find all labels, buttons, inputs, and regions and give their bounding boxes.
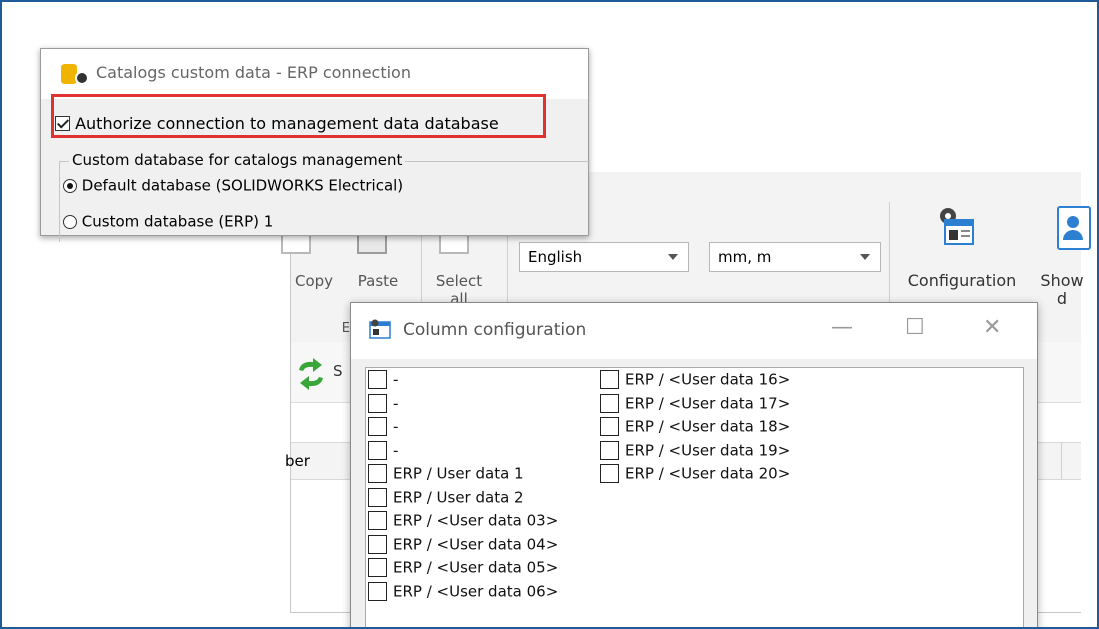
default-database-option[interactable]: Default database (SOLIDWORKS Electrical) xyxy=(63,176,403,195)
column-option[interactable]: ERP / <User data 18> xyxy=(600,417,790,436)
checkbox-icon[interactable] xyxy=(600,370,619,389)
maximize-button[interactable]: ☐ xyxy=(905,315,925,340)
column-config-icon xyxy=(369,319,391,339)
column-option-label: ERP / <User data 19> xyxy=(625,441,791,459)
column-header[interactable]: ber xyxy=(285,443,310,479)
show-button[interactable]: Show d xyxy=(1035,272,1089,308)
column-option-label: - xyxy=(393,417,399,436)
column-option-label: ERP / <User data 18> xyxy=(625,417,791,436)
checkbox-icon[interactable] xyxy=(368,581,387,601)
column-divider xyxy=(1061,443,1062,479)
checkbox-icon[interactable] xyxy=(368,464,387,483)
column-option[interactable]: ERP / <User data 06> xyxy=(368,581,559,601)
configuration-icon xyxy=(937,206,975,246)
column-option[interactable]: - xyxy=(368,417,398,436)
dialog-title-bar: Catalogs custom data - ERP connection xyxy=(41,49,588,99)
column-option-label: ERP / User data 1 xyxy=(393,464,524,483)
column-option[interactable]: ERP / User data 1 xyxy=(368,464,524,483)
column-option[interactable]: - xyxy=(368,440,399,460)
checkbox-icon[interactable] xyxy=(368,511,387,530)
column-checklist[interactable]: - - - - ERP / User data 1 ERP / User data 2 ER… xyxy=(365,367,1024,627)
catalogs-erp-dialog: Catalogs custom data - ERP connection Au… xyxy=(40,48,590,242)
column-option-label: ERP / User data 2 xyxy=(393,488,524,506)
units-value: mm, m xyxy=(718,248,772,266)
column-option-label: ERP / <User data 17> xyxy=(625,394,791,412)
checkbox-icon[interactable] xyxy=(368,534,387,554)
checkbox-icon[interactable] xyxy=(368,440,387,460)
copy-button[interactable]: Copy xyxy=(287,272,341,290)
column-option-label: - xyxy=(393,441,399,459)
configuration-button[interactable]: Configuration xyxy=(897,272,1027,290)
close-button[interactable]: ✕ xyxy=(983,315,1001,340)
language-value: English xyxy=(528,248,583,266)
authorize-connection-checkbox[interactable]: Authorize connection to management data … xyxy=(55,113,499,133)
chevron-down-icon xyxy=(668,254,678,260)
user-icon xyxy=(1057,206,1091,250)
checkbox-icon[interactable] xyxy=(368,417,387,436)
column-option-label: ERP / <User data 20> xyxy=(625,464,791,483)
screenshot-frame: Copy Paste Select all Ed English mm, m xyxy=(0,0,1099,629)
column-option[interactable]: - xyxy=(368,370,398,389)
authorize-connection-label: Authorize connection to management data … xyxy=(75,114,499,133)
chevron-down-icon xyxy=(860,254,870,260)
column-option[interactable]: ERP / <User data 03> xyxy=(368,511,558,530)
column-option-label: ERP / <User data 03> xyxy=(393,511,559,530)
paste-button[interactable]: Paste xyxy=(349,272,407,290)
gear-icon xyxy=(75,71,89,85)
custom-database-option[interactable]: Custom database (ERP) 1 xyxy=(63,212,273,231)
column-option[interactable]: ERP / <User data 20> xyxy=(600,464,790,483)
dialog-title-bar: Column configuration — ☐ ✕ xyxy=(351,303,1037,359)
column-option[interactable]: - xyxy=(368,393,399,413)
column-option[interactable]: ERP / User data 2 xyxy=(368,487,524,507)
column-option[interactable]: ERP / <User data 16> xyxy=(600,370,790,389)
minimize-button[interactable]: — xyxy=(831,315,853,340)
checkbox-icon[interactable] xyxy=(55,116,70,131)
column-option[interactable]: ERP / <User data 17> xyxy=(600,393,791,413)
checkbox-icon[interactable] xyxy=(368,487,387,507)
checkbox-icon[interactable] xyxy=(368,393,387,413)
default-database-label: Default database (SOLIDWORKS Electrical) xyxy=(81,176,404,195)
column-option-label: - xyxy=(393,394,399,412)
checkbox-icon[interactable] xyxy=(600,440,619,460)
checkbox-icon[interactable] xyxy=(600,417,619,436)
database-icon xyxy=(61,64,77,84)
custom-database-label: Custom database (ERP) 1 xyxy=(81,212,274,231)
column-configuration-dialog: Column configuration — ☐ ✕ - - - - ERP / Use… xyxy=(350,302,1038,627)
sync-icon[interactable] xyxy=(293,356,329,392)
dialog-title: Catalogs custom data - ERP connection xyxy=(96,63,411,82)
dialog-title: Column configuration xyxy=(403,320,587,340)
radio-button[interactable] xyxy=(63,214,77,229)
column-option-label: ERP / <User data 16> xyxy=(625,370,791,389)
column-option-label: ERP / <User data 05> xyxy=(393,558,559,577)
checkbox-icon[interactable] xyxy=(368,558,387,577)
column-option-label: ERP / <User data 04> xyxy=(393,535,559,553)
column-option[interactable]: ERP / <User data 04> xyxy=(368,534,559,554)
checkbox-icon[interactable] xyxy=(600,464,619,483)
groupbox-label: Custom database for catalogs management xyxy=(69,151,406,169)
column-option[interactable]: ERP / <User data 05> xyxy=(368,558,558,577)
column-option[interactable]: ERP / <User data 19> xyxy=(600,440,791,460)
column-option-label: - xyxy=(393,370,399,389)
language-select[interactable]: English xyxy=(519,242,689,272)
radio-button[interactable] xyxy=(63,178,77,193)
units-select[interactable]: mm, m xyxy=(709,242,881,272)
column-option-label: ERP / <User data 06> xyxy=(393,582,559,600)
checkbox-icon[interactable] xyxy=(600,393,619,413)
checkbox-icon[interactable] xyxy=(368,370,387,389)
sync-button-label[interactable]: S xyxy=(333,362,343,380)
